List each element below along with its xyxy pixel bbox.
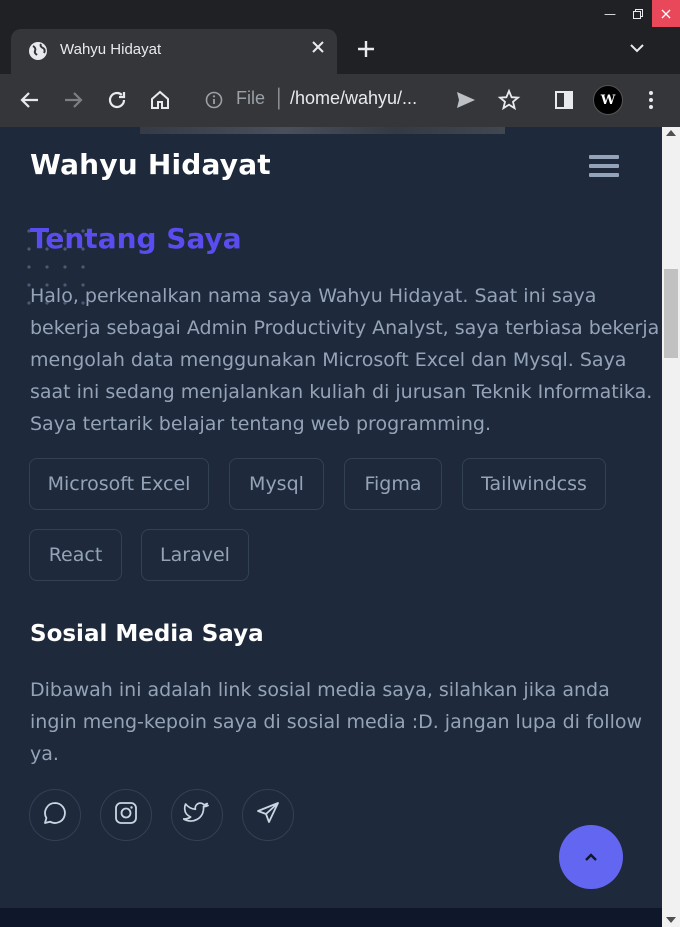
restore-icon[interactable] [624, 0, 652, 27]
about-line: Halo, perkenalkan nama saya Wahyu Hidaya… [30, 285, 597, 307]
twitter-link[interactable] [171, 789, 223, 841]
hero-image-edge [140, 127, 505, 134]
chevron-down-icon[interactable] [628, 40, 646, 59]
skill-badge: Figma [344, 458, 442, 510]
social-heading: Sosial Media Saya [30, 621, 264, 647]
about-line: Saya tertarik belajar tentang web progra… [30, 413, 492, 435]
footer [0, 908, 662, 927]
social-paragraph: Dibawah ini adalah link sosial media say… [30, 674, 643, 770]
skill-badge: Laravel [141, 529, 249, 581]
twitter-icon [182, 800, 211, 830]
instagram-icon [113, 800, 139, 830]
home-icon[interactable] [148, 88, 172, 116]
forward-icon[interactable] [61, 88, 85, 116]
address-url[interactable]: /home/wahyu/... [290, 88, 417, 109]
browser-titlebar: — Wahyu Hidayat [0, 0, 680, 74]
globe-icon [28, 41, 48, 65]
telegram-icon [255, 800, 281, 830]
kebab-menu-icon[interactable] [639, 88, 663, 116]
social-line: ingin meng-kepoin saya di sosial media :… [30, 711, 643, 733]
profile-avatar[interactable]: W [593, 85, 623, 115]
hamburger-menu-icon[interactable] [589, 155, 619, 177]
about-paragraph: Halo, perkenalkan nama saya Wahyu Hidaya… [30, 280, 660, 440]
back-icon[interactable] [18, 88, 42, 116]
browser-tab[interactable]: Wahyu Hidayat [11, 29, 337, 74]
page-viewport: Wahyu Hidayat Tentang Saya Halo, perkena… [0, 127, 662, 927]
social-line: ya. [30, 743, 59, 765]
side-panel-icon[interactable] [552, 88, 576, 116]
scroll-up-arrow-icon[interactable] [666, 130, 676, 136]
skill-badge: React [29, 529, 122, 581]
scroll-to-top-button[interactable] [559, 825, 623, 889]
social-line: Dibawah ini adalah link sosial media say… [30, 679, 610, 701]
whatsapp-icon [42, 800, 68, 830]
address-scheme: File [236, 88, 266, 108]
reload-icon[interactable] [105, 88, 129, 116]
scroll-down-arrow-icon[interactable] [666, 917, 676, 923]
info-icon[interactable] [205, 91, 223, 113]
plus-icon[interactable] [355, 38, 377, 64]
close-icon[interactable] [311, 40, 325, 58]
minimize-icon[interactable]: — [596, 0, 624, 27]
whatsapp-link[interactable] [29, 789, 81, 841]
address-separator: │ [274, 88, 286, 108]
window-close-icon[interactable] [652, 0, 680, 27]
skill-badge: Microsoft Excel [29, 458, 209, 510]
about-line: mengolah data menggunakan Microsoft Exce… [30, 349, 627, 371]
about-line: bekerja sebagai Admin Productivity Analy… [30, 317, 660, 339]
about-heading: Tentang Saya [30, 222, 242, 255]
instagram-link[interactable] [100, 789, 152, 841]
window-controls: — [596, 0, 680, 27]
site-title[interactable]: Wahyu Hidayat [30, 148, 271, 181]
skill-badge: Tailwindcss [462, 458, 606, 510]
page-scrollbar[interactable] [662, 127, 680, 927]
telegram-link[interactable] [242, 789, 294, 841]
scrollbar-thumb[interactable] [664, 269, 678, 358]
about-line: saat ini sedang menjalankan kuliah di ju… [30, 381, 653, 403]
skill-badge: Mysql [229, 458, 324, 510]
address-bar[interactable]: File │ /home/wahyu/... [193, 80, 533, 120]
tab-title: Wahyu Hidayat [60, 41, 162, 58]
chevron-up-icon [583, 848, 599, 867]
